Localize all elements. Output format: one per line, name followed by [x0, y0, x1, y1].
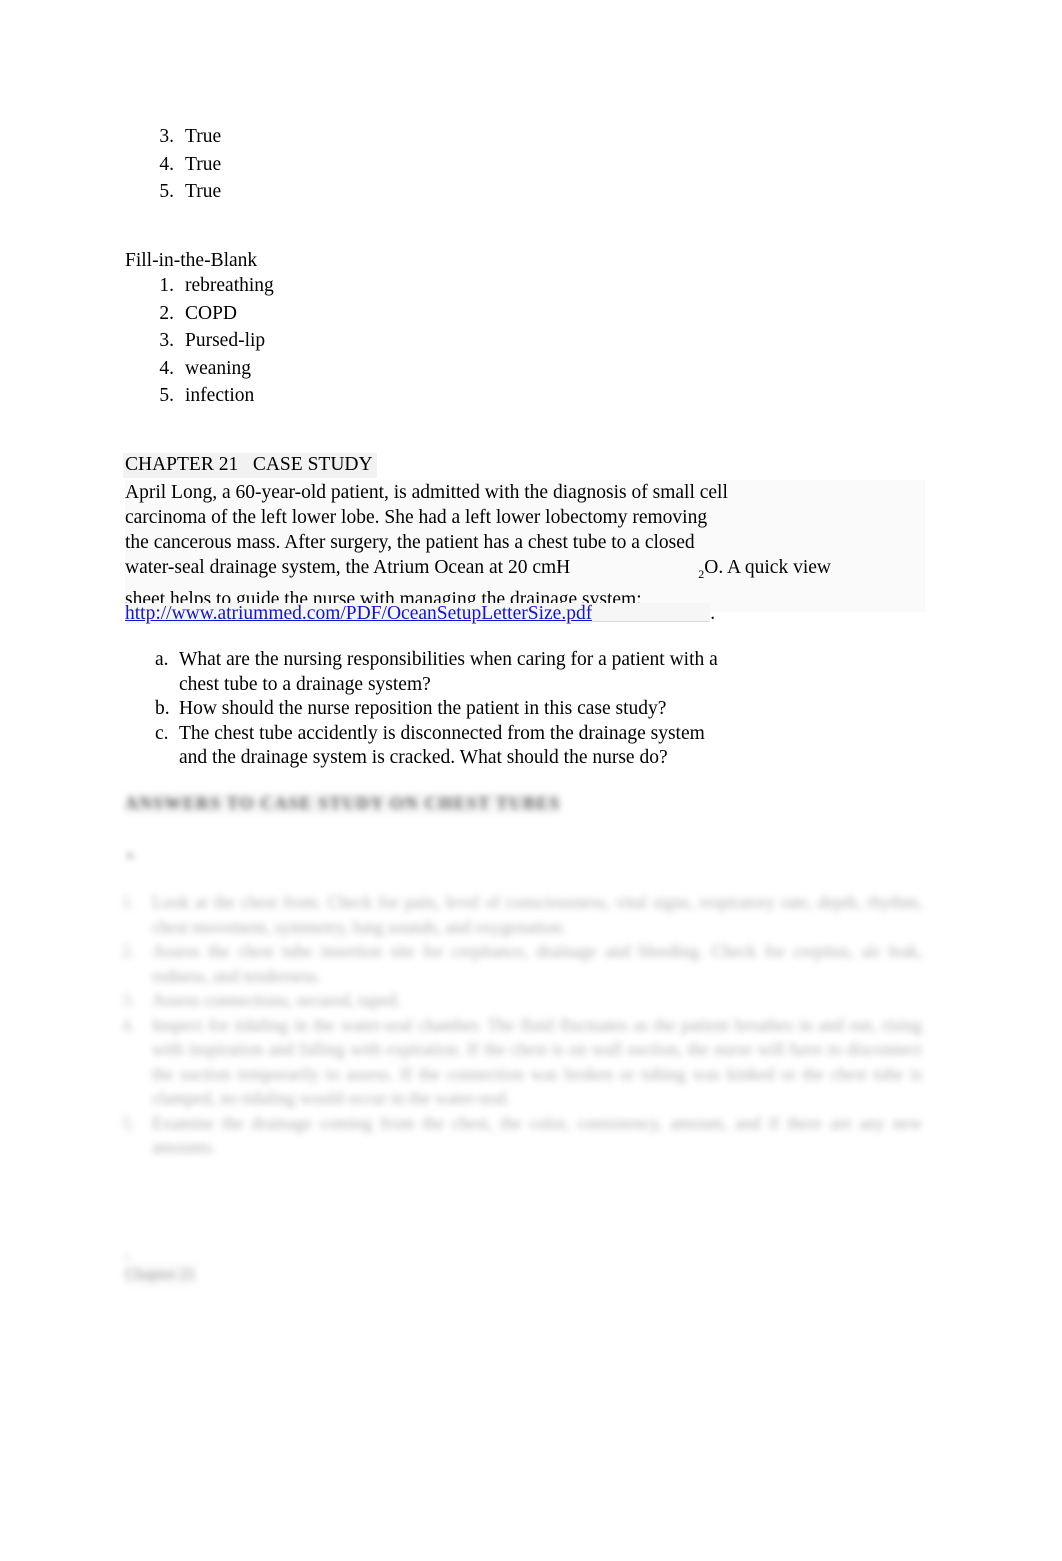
question-line-1: The chest tube accidently is disconnecte…	[179, 722, 705, 744]
list-marker: 4.	[122, 1014, 136, 1035]
url-underline-tail	[592, 603, 711, 622]
case-study-paragraph: April Long, a 60-year-old patient, is ad…	[125, 480, 925, 612]
answers-section-small-mark: a.	[126, 846, 138, 863]
case-study-url-line: http://www.atriummed.com/PDF/OceanSetupL…	[125, 601, 715, 626]
list-marker: 5.	[159, 385, 174, 406]
list-text: Examine the drainage coming from the che…	[152, 1112, 922, 1158]
list-marker: 2.	[122, 941, 136, 961]
list-text: True	[185, 181, 222, 202]
list-item: 5. True	[148, 181, 221, 209]
question-line-2: and the drainage system is cracked. What…	[179, 747, 668, 768]
atrium-pdf-link[interactable]: http://www.atriummed.com/PDF/OceanSetupL…	[125, 603, 593, 624]
list-marker: 2.	[159, 302, 174, 324]
list-marker: 3.	[122, 990, 136, 1010]
list-marker: 1.	[159, 275, 174, 296]
list-text: rebreathing	[185, 275, 274, 296]
url-trailing-period: .	[710, 603, 716, 624]
list-marker: 5.	[122, 1112, 136, 1133]
paragraph-line: the cancerous mass. After surgery, the p…	[125, 530, 925, 555]
list-item: 5. Examine the drainage coming from the …	[122, 1111, 922, 1160]
list-text: True	[185, 153, 222, 175]
list-text: Inspect for tidaling in the water-seal c…	[152, 1014, 922, 1109]
list-item: c. The chest tube accidently is disconne…	[155, 722, 915, 771]
fill-in-the-blank-heading: Fill-in-the-Blank	[125, 250, 258, 271]
list-item: 3. Assess connections, secured, taped.	[122, 988, 922, 1013]
paragraph-line-with-subscript: water-seal drainage system, the Atrium O…	[125, 555, 925, 587]
list-item: 2. COPD	[148, 303, 274, 331]
list-item: 1. rebreathing	[148, 275, 274, 303]
subscript-line-after: O. A quick view	[704, 557, 831, 578]
list-text: True	[185, 126, 222, 147]
list-item: 5. infection	[148, 385, 274, 413]
list-text: The chest tube accidently is disconnecte…	[179, 722, 915, 771]
question-line-1: How should the nurse reposition the pati…	[179, 698, 667, 719]
document-page: 3. True 4. True 5. True Fill-in-the-Blan…	[0, 0, 1062, 1561]
list-item: 3. Pursed-lip	[148, 330, 274, 358]
subscript-line-before: water-seal drainage system, the Atrium O…	[125, 557, 571, 578]
answers-section-heading: ANSWERS TO CASE STUDY ON CHEST TUBES	[125, 793, 561, 814]
list-marker: 3.	[159, 126, 174, 147]
page-footer: 1 Chapter 21	[125, 1252, 196, 1285]
list-item: 4. True	[148, 154, 221, 182]
list-marker: 3.	[159, 330, 174, 351]
list-item: b. How should the nurse reposition the p…	[155, 697, 915, 722]
paragraph-line: April Long, a 60-year-old patient, is ad…	[125, 480, 925, 505]
footer-page-number: 1	[125, 1252, 131, 1264]
list-text: Assess connections, secured, taped.	[152, 990, 401, 1010]
case-study-question-list: a. What are the nursing responsibilities…	[155, 648, 915, 771]
list-item: 4. weaning	[148, 358, 274, 386]
list-text: Look at the chest from. Check for pain, …	[152, 892, 922, 937]
list-marker: c.	[155, 722, 169, 744]
list-marker: 1.	[122, 892, 136, 912]
question-line-1: What are the nursing responsibilities wh…	[179, 649, 718, 670]
list-text: What are the nursing responsibilities wh…	[179, 648, 915, 697]
fill-in-the-blank-list: 1. rebreathing 2. COPD 3. Pursed-lip 4. …	[148, 275, 274, 413]
list-text: infection	[185, 385, 255, 406]
list-text: Pursed-lip	[185, 330, 266, 351]
true-false-answer-list: 3. True 4. True 5. True	[148, 126, 221, 209]
list-marker: 4.	[159, 153, 174, 175]
list-item: 1. Look at the chest from. Check for pai…	[122, 890, 922, 939]
question-line-2: chest tube to a drainage system?	[179, 673, 431, 695]
list-marker: b.	[155, 698, 170, 719]
list-marker: 4.	[159, 357, 174, 379]
list-item: 3. True	[148, 126, 221, 154]
answers-section-list: 1. Look at the chest from. Check for pai…	[122, 890, 922, 1160]
case-study-heading: CHAPTER 21 CASE STUDY	[123, 453, 377, 478]
list-text: COPD	[185, 302, 238, 324]
list-text: Assess the chest tube insertion site for…	[152, 941, 922, 986]
list-marker: 5.	[159, 181, 174, 202]
list-item: a. What are the nursing responsibilities…	[155, 648, 915, 697]
list-item: 2. Assess the chest tube insertion site …	[122, 939, 922, 988]
list-text: How should the nurse reposition the pati…	[179, 697, 915, 722]
list-text: weaning	[185, 357, 252, 379]
paragraph-line: carcinoma of the left lower lobe. She ha…	[125, 505, 925, 530]
list-marker: a.	[155, 649, 169, 670]
footer-chapter-label: Chapter 21	[125, 1265, 196, 1285]
list-item: 4. Inspect for tidaling in the water-sea…	[122, 1013, 922, 1111]
